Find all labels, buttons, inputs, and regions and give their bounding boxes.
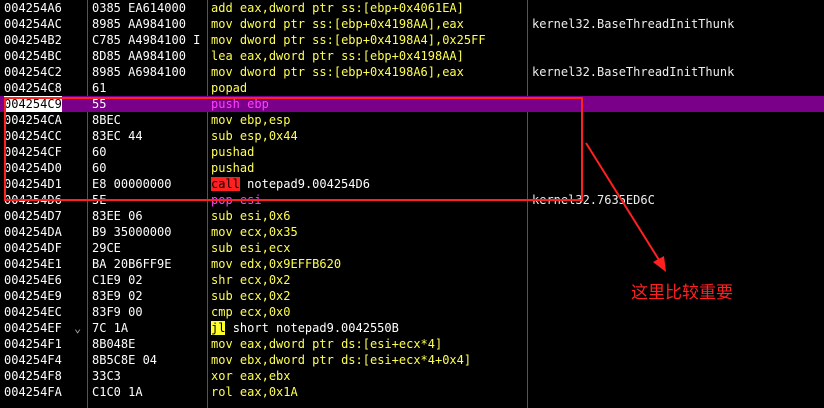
annotation-label: 这里比较重要 xyxy=(631,283,733,303)
annotation-arrow-icon xyxy=(585,142,666,272)
